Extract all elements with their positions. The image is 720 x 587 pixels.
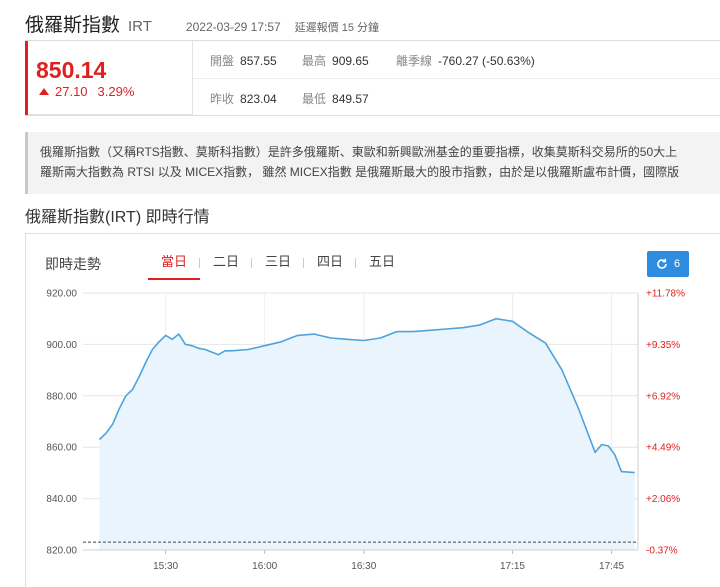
quote-datetime: 2022-03-29 17:57 bbox=[185, 20, 281, 34]
intraday-chart: 920.00 +11.78% 900.00 +9.35% 880.00 +6.92% 860… bbox=[46, 289, 685, 573]
quote-header: 俄羅斯指數 IRT 2022-03-29 17:57 延遲報價 15 分鐘 bbox=[25, 10, 379, 36]
stat-high: 最高 909.65 bbox=[302, 54, 369, 68]
price-area bbox=[99, 318, 635, 550]
stat-range: 離季線 -760.27 (-50.63%) bbox=[396, 54, 535, 68]
y-tick-label: 900.00 bbox=[46, 340, 77, 351]
y2-tick-label: -0.37% bbox=[646, 546, 678, 557]
stat-low: 最低 849.57 bbox=[302, 92, 369, 106]
x-tick-label: 15:30 bbox=[153, 561, 178, 572]
change-value: 27.10 bbox=[55, 84, 88, 99]
x-tick-label: 17:15 bbox=[500, 561, 525, 572]
up-arrow-icon bbox=[39, 88, 49, 95]
x-tick-label: 16:30 bbox=[351, 561, 376, 572]
description-line-1: 俄羅斯指數（又稱RTS指數、莫斯科指數）是許多俄羅斯、東歐和新興歐洲基金的重要指… bbox=[40, 145, 678, 159]
price-change: 27.10 3.29% bbox=[39, 84, 134, 99]
chart-panel: 即時走勢 當日 二日 三日 四日 五日 6 920.00 +11.78% 900.0… bbox=[25, 233, 720, 587]
price-box: 850.14 27.10 3.29% bbox=[25, 41, 193, 115]
y2-tick-label: +6.92% bbox=[646, 391, 680, 402]
y2-tick-label: +2.06% bbox=[646, 494, 680, 505]
y2-tick-label: +9.35% bbox=[646, 340, 680, 351]
y-tick-label: 840.00 bbox=[46, 494, 77, 505]
ticker-symbol: IRT bbox=[128, 18, 152, 35]
x-tick-label: 17:45 bbox=[599, 561, 624, 572]
last-price: 850.14 bbox=[36, 57, 107, 83]
section-title: 俄羅斯指數(IRT) 即時行情 bbox=[25, 209, 210, 226]
change-percent: 3.29% bbox=[97, 84, 135, 99]
y-tick-label: 880.00 bbox=[46, 391, 77, 402]
index-description: 俄羅斯指數（又稱RTS指數、莫斯科指數）是許多俄羅斯、東歐和新興歐洲基金的重要指… bbox=[25, 132, 720, 194]
stats-divider bbox=[193, 78, 720, 79]
description-line-2: 羅斯兩大指數為 RTSI 以及 MICEX指數， 雖然 MICEX指數 是俄羅斯… bbox=[40, 165, 680, 179]
index-title: 俄羅斯指數 bbox=[25, 15, 121, 36]
y2-tick-label: +11.78% bbox=[646, 289, 685, 300]
stat-open: 開盤 857.55 bbox=[210, 54, 277, 68]
y-tick-label: 920.00 bbox=[46, 289, 77, 300]
price-accent-bar bbox=[25, 41, 28, 115]
quote-bottom-divider bbox=[25, 115, 720, 116]
x-tick-label: 16:00 bbox=[252, 561, 277, 572]
y-tick-label: 820.00 bbox=[46, 546, 77, 557]
y2-tick-label: +4.49% bbox=[646, 443, 680, 454]
y-tick-label: 860.00 bbox=[46, 443, 77, 454]
stat-prev-close: 昨收 823.04 bbox=[210, 92, 277, 106]
delay-note: 延遲報價 15 分鐘 bbox=[294, 22, 380, 34]
